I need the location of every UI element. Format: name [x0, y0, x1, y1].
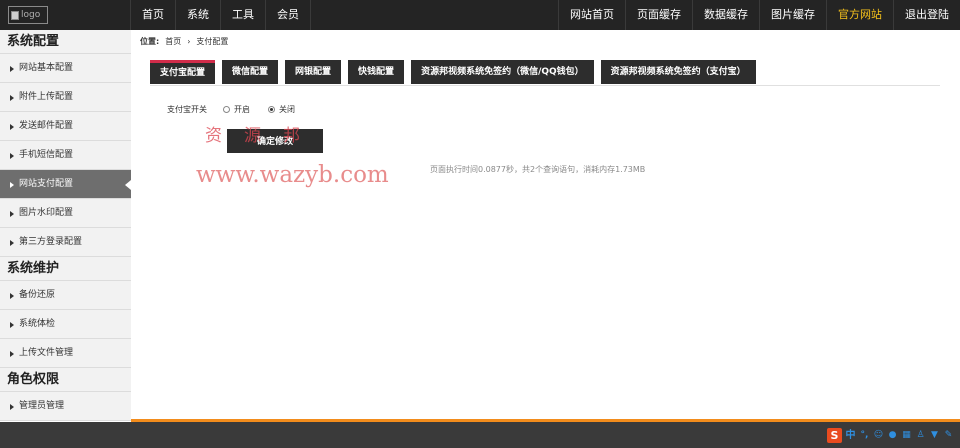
sidebar-item[interactable]: 附件上传配置	[0, 83, 131, 112]
utility-nav-item-4[interactable]: 官方网站	[826, 0, 893, 30]
language-toggle-icon[interactable]: 中	[845, 430, 856, 441]
broken-image-icon	[11, 10, 19, 20]
shirt-icon[interactable]: ▼	[929, 430, 940, 441]
nav-item-0[interactable]: 首页	[131, 0, 176, 30]
top-navigation-bar: logo 首页 系统 工具 会员 网站首页 页面缓存 数据缓存 图片缓存 官方网站 退出登陆	[0, 0, 960, 30]
sidebar-item[interactable]: 图片水印配置	[0, 199, 131, 228]
sidebar-item[interactable]: 手机短信配置	[0, 141, 131, 170]
breadcrumb-prefix: 位置:	[140, 36, 160, 46]
tab-4[interactable]: 资源邦视频系统免签约（微信/QQ钱包）	[411, 60, 594, 84]
radio-disable-input[interactable]	[268, 106, 275, 113]
sidebar-item[interactable]: 系统体检	[0, 310, 131, 339]
tab-5[interactable]: 资源邦视频系统免签约（支付宝）	[600, 60, 756, 84]
payment-tabs: 支付宝配置 微信配置 网银配置 快钱配置 资源邦视频系统免签约（微信/QQ钱包） 资源邦视…	[150, 60, 756, 84]
main-nav: 首页 系统 工具 会员	[131, 0, 311, 30]
sidebar-section-title: 系统配置	[0, 30, 131, 54]
breadcrumb-separator: ›	[187, 36, 191, 46]
sidebar-item[interactable]: 管理员管理	[0, 392, 131, 421]
sidebar-item[interactable]: 第三方登录配置	[0, 228, 131, 257]
radio-enable-input[interactable]	[223, 106, 230, 113]
utility-nav: 网站首页 页面缓存 数据缓存 图片缓存 官方网站 退出登陆	[558, 0, 960, 30]
logo-alt-text: logo	[21, 10, 41, 20]
utility-nav-item-2[interactable]: 数据缓存	[692, 0, 759, 30]
sidebar-section-title: 系统维护	[0, 257, 131, 281]
breadcrumb-home-link[interactable]: 首页	[165, 36, 181, 47]
sidebar-section-title: 角色权限	[0, 368, 131, 392]
punctuation-icon[interactable]: °,	[859, 430, 870, 441]
sogou-logo-icon[interactable]: S	[827, 428, 842, 443]
logo-area[interactable]: logo	[0, 0, 131, 30]
alipay-switch-label: 支付宝开关	[167, 105, 207, 114]
utility-nav-item-5[interactable]: 退出登陆	[893, 0, 960, 30]
sidebar-item[interactable]: 网站基本配置	[0, 54, 131, 83]
nav-item-3[interactable]: 会员	[266, 0, 311, 30]
tab-divider	[150, 85, 940, 86]
utility-nav-item-0[interactable]: 网站首页	[558, 0, 625, 30]
radio-enable[interactable]: 开启	[223, 104, 250, 115]
logo-image[interactable]: logo	[8, 6, 48, 24]
utility-nav-item-1[interactable]: 页面缓存	[625, 0, 692, 30]
user-icon[interactable]: ♙	[915, 430, 926, 441]
keyboard-icon[interactable]: ▦	[901, 430, 912, 441]
tab-2[interactable]: 网银配置	[285, 60, 342, 84]
sidebar-item[interactable]: 网站支付配置	[0, 170, 131, 199]
tab-1[interactable]: 微信配置	[222, 60, 279, 84]
sidebar-item[interactable]: 上传文件管理	[0, 339, 131, 368]
sidebar: 系统配置 网站基本配置 附件上传配置 发送邮件配置 手机短信配置 网站支付配置 图片水印配置…	[0, 30, 131, 421]
nav-item-2[interactable]: 工具	[221, 0, 266, 30]
breadcrumb-current: 支付配置	[196, 36, 229, 46]
footer-bar: S 中 °, ☺ ● ▦ ♙ ▼ ✎	[0, 422, 960, 448]
ime-toolbar: S 中 °, ☺ ● ▦ ♙ ▼ ✎	[827, 428, 954, 443]
watermark-url: www.wazyb.com	[196, 162, 389, 188]
radio-enable-label[interactable]: 开启	[234, 104, 250, 115]
alipay-switch-row: 支付宝开关 开启 关闭	[167, 104, 295, 115]
radio-disable-label[interactable]: 关闭	[279, 104, 295, 115]
utility-nav-item-3[interactable]: 图片缓存	[759, 0, 826, 30]
breadcrumb: 位置: 首页 › 支付配置	[140, 34, 228, 48]
emoji-icon[interactable]: ☺	[873, 430, 884, 441]
mic-icon[interactable]: ●	[887, 430, 898, 441]
tab-0[interactable]: 支付宝配置	[150, 60, 216, 84]
tab-3[interactable]: 快钱配置	[348, 60, 405, 84]
radio-disable[interactable]: 关闭	[268, 104, 295, 115]
nav-item-1[interactable]: 系统	[176, 0, 221, 30]
sidebar-item[interactable]: 发送邮件配置	[0, 112, 131, 141]
watermark-chinese: 资源邦	[205, 126, 322, 146]
execution-info: 页面执行时间0.0877秒，共2个查询语句，消耗内存1.73MB	[430, 165, 646, 174]
sidebar-item[interactable]: 备份还原	[0, 281, 131, 310]
wrench-icon[interactable]: ✎	[943, 430, 954, 441]
